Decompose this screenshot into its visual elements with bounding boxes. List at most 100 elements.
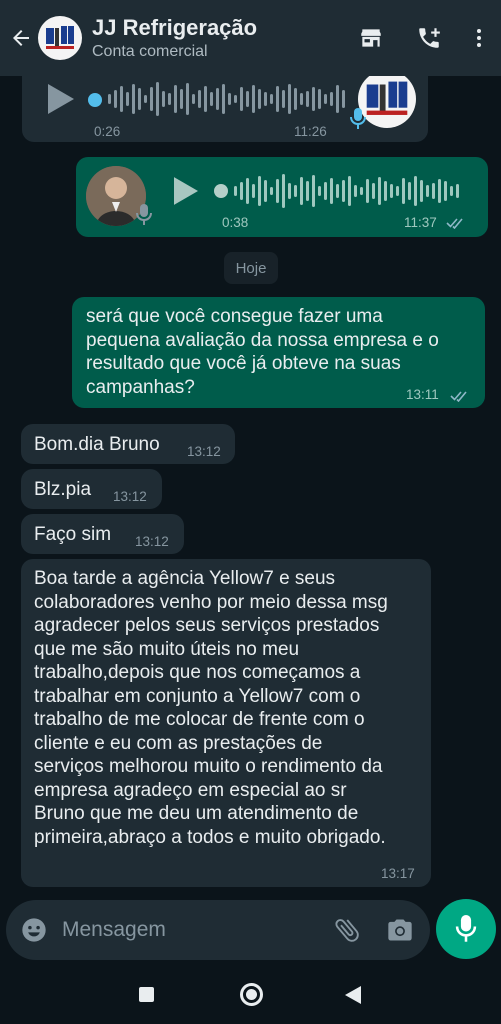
waveform-bar	[414, 176, 417, 206]
play-button[interactable]	[174, 177, 198, 210]
waveform-bar	[216, 88, 219, 110]
waveform-bar	[276, 179, 279, 203]
message-line: Faço sim	[34, 524, 112, 545]
waveform-bar	[198, 90, 201, 108]
attach-icon	[335, 919, 359, 942]
message-input[interactable]: Mensagem	[62, 918, 332, 942]
waveform-bar	[108, 94, 111, 104]
waveform-bar	[204, 86, 207, 112]
message-line: agradecer pelos seus serviços prestados	[34, 615, 380, 636]
waveform-bar	[336, 184, 339, 198]
message-time: 11:26	[294, 124, 327, 139]
play-icon	[174, 177, 198, 205]
message-line: que me são muito úteis no meu	[34, 638, 300, 660]
waveform-bar	[252, 184, 255, 198]
waveform-bar	[246, 91, 249, 107]
waveform-bar	[258, 176, 261, 206]
system-nav-bar	[0, 964, 501, 1024]
contact-name[interactable]: JJ Refrigeração	[92, 15, 351, 41]
waveform-bar	[372, 183, 375, 199]
message-line: primeira,abraço a todos e muito obrigado…	[34, 826, 386, 848]
waveform-bar	[168, 93, 171, 105]
waveform-bar	[300, 177, 303, 205]
message-time: 13:12	[187, 444, 221, 459]
message-time: 13:12	[135, 534, 169, 549]
waveform-bar	[432, 183, 435, 199]
waveform-bar	[294, 185, 297, 197]
message-line: será que você consegue fazer uma	[86, 306, 383, 327]
back-arrow-icon	[13, 30, 29, 46]
message-incoming[interactable]: Faço sim 13:12	[21, 514, 184, 554]
nav-circle-icon	[246, 989, 257, 1000]
waveform-bar	[126, 92, 129, 106]
message-line: Boa tarde a agência Yellow7 e seus	[34, 568, 336, 589]
waveform-bar	[156, 82, 159, 116]
voice-progress-knob[interactable]	[88, 93, 102, 107]
recents-button[interactable]	[139, 987, 154, 1002]
mic-icon	[455, 915, 477, 942]
waveform-bar	[294, 88, 297, 110]
waveform-bar	[246, 178, 249, 204]
message-incoming[interactable]: Blz.pia 13:12	[21, 469, 162, 509]
company-logo-icon	[46, 26, 74, 49]
back-button[interactable]	[4, 0, 38, 76]
waveform-bar	[300, 93, 303, 105]
add-call-button[interactable]	[409, 18, 449, 58]
date-divider: Hoje	[224, 252, 278, 284]
waveform-bar	[210, 92, 213, 106]
message-incoming[interactable]: Bom.dia Bruno 13:12	[21, 424, 235, 464]
message-time: 13:12	[113, 489, 147, 504]
waveform-bar	[234, 186, 237, 196]
waveform-bar	[348, 176, 351, 206]
message-line: empresa agradeço em especial ao sr	[34, 779, 347, 801]
waveform-bar	[408, 182, 411, 200]
mic-icon	[136, 204, 152, 225]
message-time: 11:37	[404, 215, 437, 230]
message-line: trabalhar em conjunto a Yellow7 com o	[34, 685, 361, 707]
waveform-bar	[288, 183, 291, 199]
waveform-bar	[234, 95, 237, 103]
emoji-button[interactable]	[20, 916, 48, 944]
voice-progress-knob[interactable]	[214, 184, 228, 198]
catalog-button[interactable]	[351, 18, 391, 58]
nav-back-triangle-icon	[345, 986, 361, 1004]
message-outgoing[interactable]: será que você consegue fazer uma pequena…	[72, 297, 485, 408]
attach-button[interactable]	[332, 915, 362, 945]
waveform-bar	[312, 175, 315, 207]
waveform-bar	[312, 87, 315, 111]
waveform-bar	[420, 180, 423, 202]
voice-waveform[interactable]	[108, 82, 348, 116]
voice-record-button[interactable]	[436, 899, 496, 959]
waveform-bar	[258, 89, 261, 109]
waveform-bar	[240, 87, 243, 111]
more-vert-icon	[477, 29, 481, 47]
message-line: trabalho,depois que nos começamos a	[34, 662, 361, 683]
more-options-button[interactable]	[467, 18, 491, 58]
message-line: resultado que você já obteve na suas	[86, 353, 401, 374]
chat-area[interactable]: 0:26 11:26 0:38 11:37 Hoje será que você…	[0, 76, 501, 898]
voice-waveform[interactable]	[234, 174, 464, 208]
play-button[interactable]	[48, 84, 74, 119]
contact-status: Conta comercial	[92, 43, 208, 60]
message-line: serviços melhorou muito o rendimento da	[34, 756, 383, 777]
waveform-bar	[264, 92, 267, 106]
waveform-bar	[438, 179, 441, 203]
waveform-bar	[228, 93, 231, 105]
contact-avatar[interactable]	[38, 16, 82, 60]
camera-button[interactable]	[386, 916, 414, 944]
message-incoming[interactable]: Boa tarde a agência Yellow7 e seus colab…	[21, 559, 431, 887]
home-button[interactable]	[240, 983, 263, 1006]
voice-message-outgoing: 0:38 11:37	[76, 157, 488, 237]
waveform-bar	[270, 94, 273, 104]
camera-icon	[388, 919, 412, 941]
waveform-bar	[324, 94, 327, 104]
waveform-bar	[288, 84, 291, 114]
waveform-bar	[342, 180, 345, 202]
message-composer[interactable]: Mensagem	[6, 900, 430, 960]
add-call-icon	[419, 28, 440, 48]
waveform-bar	[318, 186, 321, 196]
waveform-bar	[390, 184, 393, 198]
back-nav-button[interactable]	[345, 986, 361, 1009]
waveform-bar	[450, 186, 453, 196]
voice-duration: 0:38	[222, 215, 249, 230]
